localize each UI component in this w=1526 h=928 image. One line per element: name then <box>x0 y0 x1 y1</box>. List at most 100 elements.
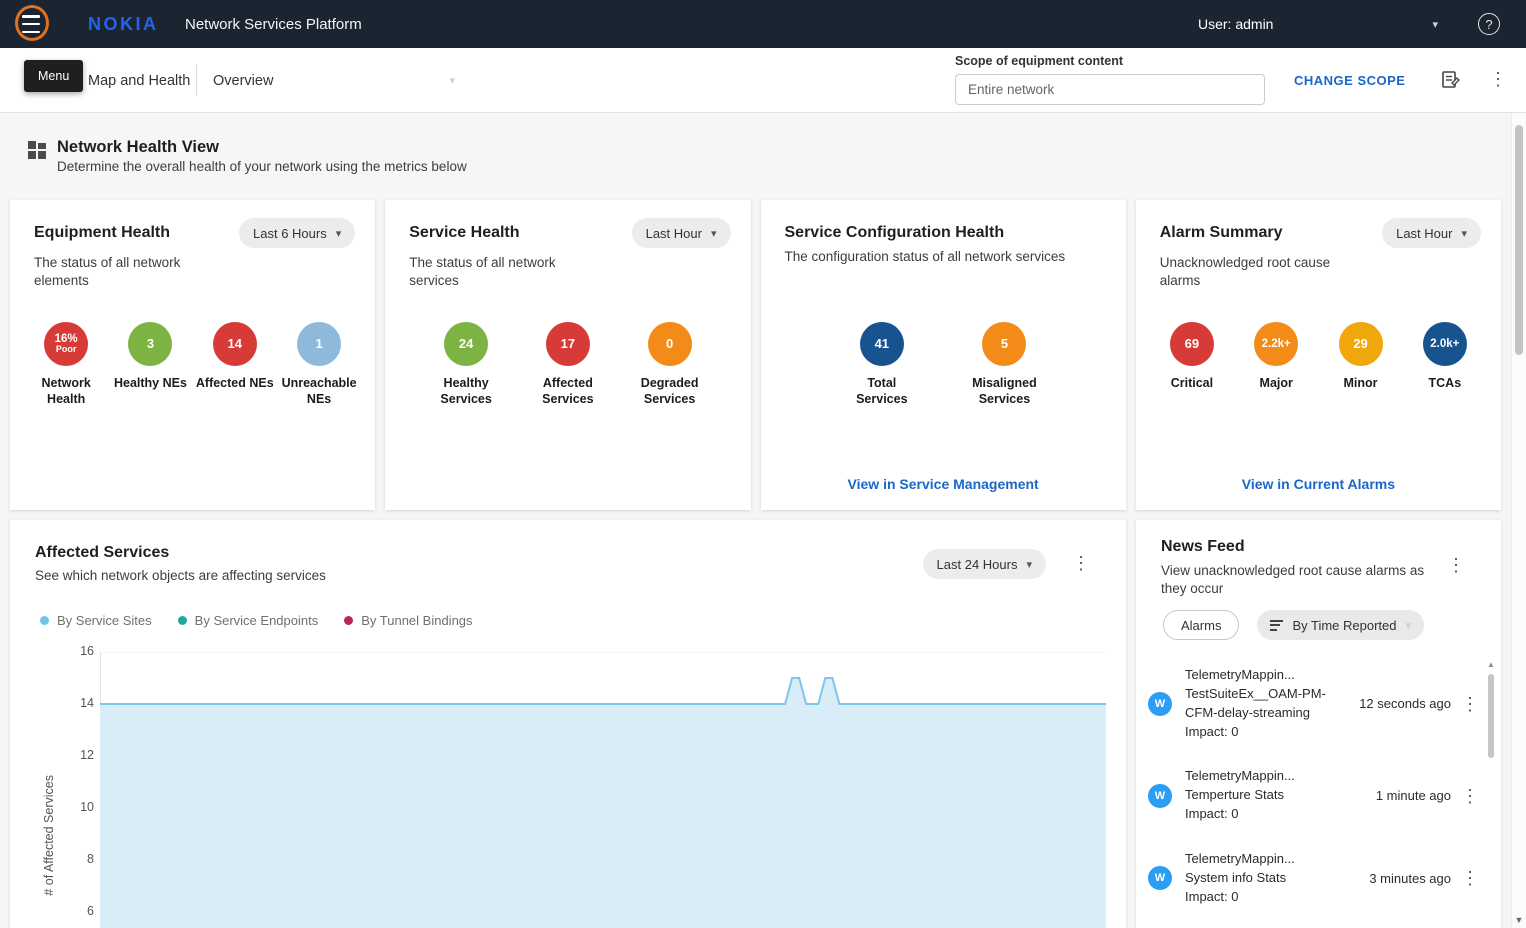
card-subtitle: The status of all network elements <box>10 248 242 290</box>
service-time-filter[interactable]: Last Hour ▾ <box>632 218 731 248</box>
menu-button-highlight <box>15 5 49 41</box>
legend-dot <box>40 616 49 625</box>
news-item-detail: Temperture Stats <box>1185 786 1340 805</box>
legend-service-sites[interactable]: By Service Sites <box>40 613 152 628</box>
news-overflow-icon[interactable]: ⋮ <box>1447 556 1465 574</box>
user-menu[interactable]: User: admin ▾ <box>1198 0 1438 48</box>
affected-services-chart: 16 14 12 10 8 6 <box>100 652 1106 928</box>
metric-circle[interactable]: 29 <box>1339 322 1383 366</box>
alarm-time-filter[interactable]: Last Hour ▾ <box>1382 218 1481 248</box>
divider <box>196 64 197 96</box>
metric-value: 24 <box>459 337 473 351</box>
metric-label: Major <box>1260 375 1293 391</box>
service-health-card: Service Health Last Hour ▾ The status of… <box>385 200 750 510</box>
news-item-overflow-icon[interactable]: ⋮ <box>1461 869 1479 887</box>
metric-circle[interactable]: 2.0k+ <box>1423 322 1467 366</box>
metric-circle[interactable]: 24 <box>444 322 488 366</box>
metric-circle[interactable]: 0 <box>648 322 692 366</box>
page-scrollbar[interactable]: ▼ <box>1511 113 1526 928</box>
news-item-text: TelemetryMappin... TestSuiteEx__OAM-PM-C… <box>1185 666 1340 741</box>
metric-circle[interactable]: 69 <box>1170 322 1214 366</box>
alarm-avatar: W <box>1148 784 1172 808</box>
metric-circle[interactable]: 41 <box>860 322 904 366</box>
legend-dot <box>178 616 187 625</box>
news-item-time: 3 minutes ago <box>1340 871 1461 886</box>
card-subtitle: See which network objects are affecting … <box>35 568 326 583</box>
metric-value: 41 <box>875 337 889 351</box>
alarm-avatar: W <box>1148 866 1172 890</box>
metric-value: 29 <box>1353 337 1367 351</box>
news-item-detail: System info Stats <box>1185 869 1340 888</box>
card-title: News Feed <box>1161 538 1245 556</box>
news-list[interactable]: W TelemetryMappin... TestSuiteEx__OAM-PM… <box>1148 653 1479 928</box>
report-icon[interactable] <box>1440 70 1460 90</box>
chevron-down-icon: ▾ <box>711 227 717 240</box>
page-title: Network Health View <box>57 138 219 157</box>
legend-service-endpoints[interactable]: By Service Endpoints <box>178 613 319 628</box>
metric-circle[interactable]: 1 <box>297 322 341 366</box>
news-scrollbar[interactable]: ▲ <box>1486 660 1496 758</box>
metric-minor: 29 Minor <box>1322 322 1400 391</box>
scroll-up-icon[interactable]: ▲ <box>1486 660 1496 669</box>
metric-value: 2.0k+ <box>1430 338 1459 351</box>
metric-affected-services: 17 Affected Services <box>529 322 607 408</box>
metric-circle[interactable]: 17 <box>546 322 590 366</box>
metric-label: Unreachable NEs <box>280 375 358 408</box>
metric-value: 69 <box>1185 337 1199 351</box>
help-icon[interactable]: ? <box>1478 13 1500 35</box>
scrollbar-thumb[interactable] <box>1488 674 1494 758</box>
y-tick: 14 <box>66 696 94 710</box>
news-item-impact: Impact: 0 <box>1185 888 1340 907</box>
metric-value: 17 <box>561 337 575 351</box>
news-item[interactable]: W TelemetryMappin... TestSuiteEx__OAM-PM… <box>1148 653 1479 754</box>
chevron-down-icon: ▾ <box>336 227 342 240</box>
metric-misaligned-services: 5 Misaligned Services <box>965 322 1043 408</box>
affected-overflow-icon[interactable]: ⋮ <box>1072 554 1090 572</box>
news-item-text: TelemetryMappin... Temperture Stats Impa… <box>1185 767 1340 824</box>
metric-circle[interactable]: 2.2k+ <box>1254 322 1298 366</box>
filter-value: Last 24 Hours <box>937 557 1018 572</box>
metric-label: Degraded Services <box>631 375 709 408</box>
news-item-text: TelemetryMappin... System info Stats Imp… <box>1185 850 1340 907</box>
news-item-name: TelemetryMappin... <box>1185 767 1340 786</box>
news-item-time: 1 minute ago <box>1340 788 1461 803</box>
scope-input[interactable] <box>955 74 1265 105</box>
metric-circle[interactable]: 14 <box>213 322 257 366</box>
view-dropdown[interactable]: Overview ▾ <box>213 48 455 113</box>
metric-circle[interactable]: 3 <box>128 322 172 366</box>
card-title: Service Configuration Health <box>785 218 1005 242</box>
y-tick: 10 <box>66 800 94 814</box>
nav-overflow-icon[interactable]: ⋮ <box>1489 70 1507 88</box>
legend-dot <box>344 616 353 625</box>
alarms-chip[interactable]: Alarms <box>1163 610 1239 640</box>
breadcrumb-map-and-health[interactable]: Map and Health <box>88 48 190 113</box>
chevron-down-icon: ▾ <box>449 74 455 87</box>
news-item-overflow-icon[interactable]: ⋮ <box>1461 695 1479 713</box>
affected-time-filter[interactable]: Last 24 Hours ▾ <box>923 549 1046 579</box>
legend-tunnel-bindings[interactable]: By Tunnel Bindings <box>344 613 472 628</box>
news-item-impact: Impact: 0 <box>1185 723 1340 742</box>
equipment-time-filter[interactable]: Last 6 Hours ▾ <box>239 218 355 248</box>
metric-circle[interactable]: 16% Poor <box>44 322 88 366</box>
news-item-overflow-icon[interactable]: ⋮ <box>1461 787 1479 805</box>
change-scope-button[interactable]: CHANGE SCOPE <box>1294 48 1405 113</box>
news-item[interactable]: W TelemetryMappin... System info Stats I… <box>1148 837 1479 920</box>
scope-label: Scope of equipment content <box>955 54 1265 68</box>
page-subtitle: Determine the overall health of your net… <box>57 159 467 174</box>
news-item-detail: TestSuiteEx__OAM-PM-CFM-delay-streaming <box>1185 685 1340 723</box>
scrollbar-thumb[interactable] <box>1515 125 1523 355</box>
news-item-name: TelemetryMappin... <box>1185 666 1340 685</box>
metric-label: Affected NEs <box>196 375 274 391</box>
news-item[interactable]: W TelemetryMappin... Temperture Stats Im… <box>1148 754 1479 837</box>
affected-services-card: Affected Services See which network obje… <box>10 520 1126 928</box>
legend-label: By Service Endpoints <box>195 613 319 628</box>
sort-dropdown[interactable]: By Time Reported ▾ <box>1257 610 1424 640</box>
metric-critical: 69 Critical <box>1153 322 1231 391</box>
chevron-down-icon: ▾ <box>1432 18 1438 31</box>
card-title: Affected Services <box>35 544 169 562</box>
view-current-alarms-link[interactable]: View in Current Alarms <box>1136 476 1501 492</box>
metric-circle[interactable]: 5 <box>982 322 1026 366</box>
view-service-management-link[interactable]: View in Service Management <box>761 476 1126 492</box>
scroll-down-icon[interactable]: ▼ <box>1512 915 1526 925</box>
view-dropdown-value: Overview <box>213 73 273 89</box>
